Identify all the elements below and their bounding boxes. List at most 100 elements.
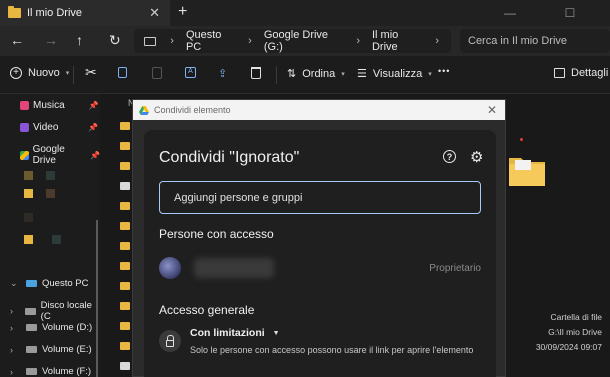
folder-icon[interactable] (120, 142, 130, 150)
back-arrow-icon[interactable]: ← (10, 32, 24, 48)
folder-icon[interactable] (120, 302, 130, 310)
chevron-right-icon[interactable]: › (10, 306, 17, 316)
tab-title: Il mio Drive (27, 7, 83, 19)
blurred-item-icon (24, 189, 33, 198)
tree-item-volume-d[interactable]: › Volume (D:) (10, 322, 92, 333)
google-drive-icon (139, 105, 149, 115)
maximize-icon[interactable]: ☐ (550, 0, 590, 26)
plus-circle-icon: + (10, 67, 22, 79)
breadcrumb-separator-icon[interactable]: › (248, 35, 252, 47)
folder-icon[interactable] (120, 242, 130, 250)
tab-il-mio-drive[interactable]: Il mio Drive ✕ (0, 0, 170, 26)
pin-icon[interactable]: 📌 (89, 101, 99, 110)
forward-arrow-icon[interactable]: → (44, 32, 58, 48)
share-panel: Condividi "Ignorato" ? ⚙ Aggiungi person… (144, 130, 496, 377)
tree-item-disco-c[interactable]: › Disco locale (C (10, 300, 100, 322)
new-tab-button[interactable]: + (178, 3, 187, 21)
blurred-item-icon (24, 171, 33, 180)
tree-item-volume-e[interactable]: › Volume (E:) (10, 344, 92, 355)
sidebar-item-label: Video (33, 122, 59, 133)
sidebar-item-video[interactable]: Video 📌 (20, 122, 98, 133)
sync-status-dot (520, 138, 523, 141)
add-people-input[interactable]: Aggiungi persone e gruppi (159, 181, 481, 214)
sidebar-item-musica[interactable]: Musica 📌 (20, 100, 99, 111)
chevron-right-icon[interactable]: › (10, 323, 18, 333)
folder-icon[interactable] (120, 222, 130, 230)
help-icon[interactable]: ? (443, 150, 456, 163)
minimize-icon[interactable]: — (490, 0, 530, 26)
blurred-item-icon (24, 213, 33, 222)
access-description: Solo le persone con accesso possono usar… (190, 345, 474, 355)
sidebar-item-google-drive[interactable]: Google Drive 📌 (20, 144, 100, 166)
tree-item-volume-f[interactable]: › Volume (F:) (10, 366, 91, 377)
tree-item-label: Disco locale (C (40, 300, 92, 322)
folder-icon[interactable] (120, 342, 130, 350)
view-button[interactable]: ☰ Visualizza ▾ (357, 67, 432, 81)
more-options-button[interactable]: ••• (438, 66, 450, 76)
avatar (159, 257, 181, 279)
chevron-right-icon[interactable]: › (10, 345, 18, 355)
sidebar-scrollbar[interactable] (96, 220, 98, 377)
drive-icon (25, 307, 36, 315)
pin-icon[interactable]: 📌 (90, 151, 100, 160)
file-icon[interactable] (120, 182, 130, 190)
access-level-dropdown[interactable]: Con limitazioni ▼ (190, 327, 280, 339)
blurred-item-icon (46, 171, 55, 180)
people-with-access-header: Persone con accesso (159, 227, 274, 241)
toolbar-divider (73, 66, 74, 84)
owner-label: Proprietario (429, 263, 481, 274)
folder-icon[interactable] (120, 262, 130, 270)
sort-icon: ⇅ (287, 68, 297, 80)
sidebar-item-label: Musica (33, 100, 65, 111)
cut-icon[interactable]: ✂ (85, 64, 97, 81)
chevron-down-icon: ▾ (428, 70, 432, 78)
tree-item-label: Questo PC (42, 278, 89, 289)
copy-icon[interactable] (118, 67, 127, 78)
view-list-icon: ☰ (357, 68, 367, 80)
search-input[interactable]: Cerca in Il mio Drive (460, 29, 610, 53)
chevron-down-icon: ▾ (65, 70, 70, 77)
breadcrumb-il-mio-drive[interactable]: Il mio Drive (372, 29, 423, 53)
folder-icon[interactable] (120, 162, 130, 170)
blurred-item-icon (24, 235, 33, 244)
google-drive-icon (20, 150, 29, 160)
folder-icon[interactable] (120, 202, 130, 210)
close-tab-icon[interactable]: ✕ (149, 5, 160, 21)
sort-label: Ordina (302, 67, 336, 80)
paste-icon[interactable] (152, 67, 162, 79)
blurred-user-name (194, 258, 274, 278)
blurred-item-icon (46, 189, 55, 198)
drive-icon (26, 346, 37, 353)
breadcrumb-questo-pc[interactable]: Questo PC (186, 29, 236, 53)
rename-icon[interactable]: A (185, 67, 196, 78)
breadcrumb-separator-icon[interactable]: › (356, 35, 360, 47)
access-level-label: Con limitazioni (190, 327, 265, 339)
caret-down-icon: ▼ (272, 329, 280, 337)
folder-icon[interactable] (120, 282, 130, 290)
folder-icon[interactable] (120, 122, 130, 130)
monitor-icon (144, 36, 157, 46)
breadcrumb-separator-icon[interactable]: › (435, 35, 439, 47)
chevron-down-icon[interactable]: ⌄ (10, 278, 18, 289)
chevron-right-icon[interactable]: › (10, 367, 18, 377)
share-icon[interactable]: ⇪ (218, 67, 227, 80)
gear-icon[interactable]: ⚙ (470, 148, 483, 166)
breadcrumb-google-drive[interactable]: Google Drive (G:) (264, 29, 344, 53)
pin-icon[interactable]: 📌 (88, 123, 98, 132)
file-icon[interactable] (120, 362, 130, 370)
breadcrumb-separator-icon[interactable]: › (170, 35, 174, 47)
music-icon (20, 101, 29, 110)
refresh-icon[interactable]: ↻ (109, 32, 121, 49)
delete-icon[interactable] (251, 67, 261, 79)
folder-icon[interactable] (120, 322, 130, 330)
details-path: G:\Il mio Drive (548, 327, 602, 337)
toolbar-divider (276, 66, 277, 84)
address-bar[interactable]: › Questo PC › Google Drive (G:) › Il mio… (134, 29, 451, 53)
new-button[interactable]: + Nuovo ▾ (10, 67, 69, 79)
details-button[interactable]: Dettagli (554, 67, 608, 79)
details-type: Cartella di file (550, 312, 603, 322)
close-icon[interactable]: ✕ (487, 103, 497, 117)
up-arrow-icon[interactable]: ↑ (76, 32, 83, 48)
sort-button[interactable]: ⇅ Ordina ▾ (287, 67, 345, 81)
tree-item-questo-pc[interactable]: ⌄ Questo PC (10, 278, 88, 289)
